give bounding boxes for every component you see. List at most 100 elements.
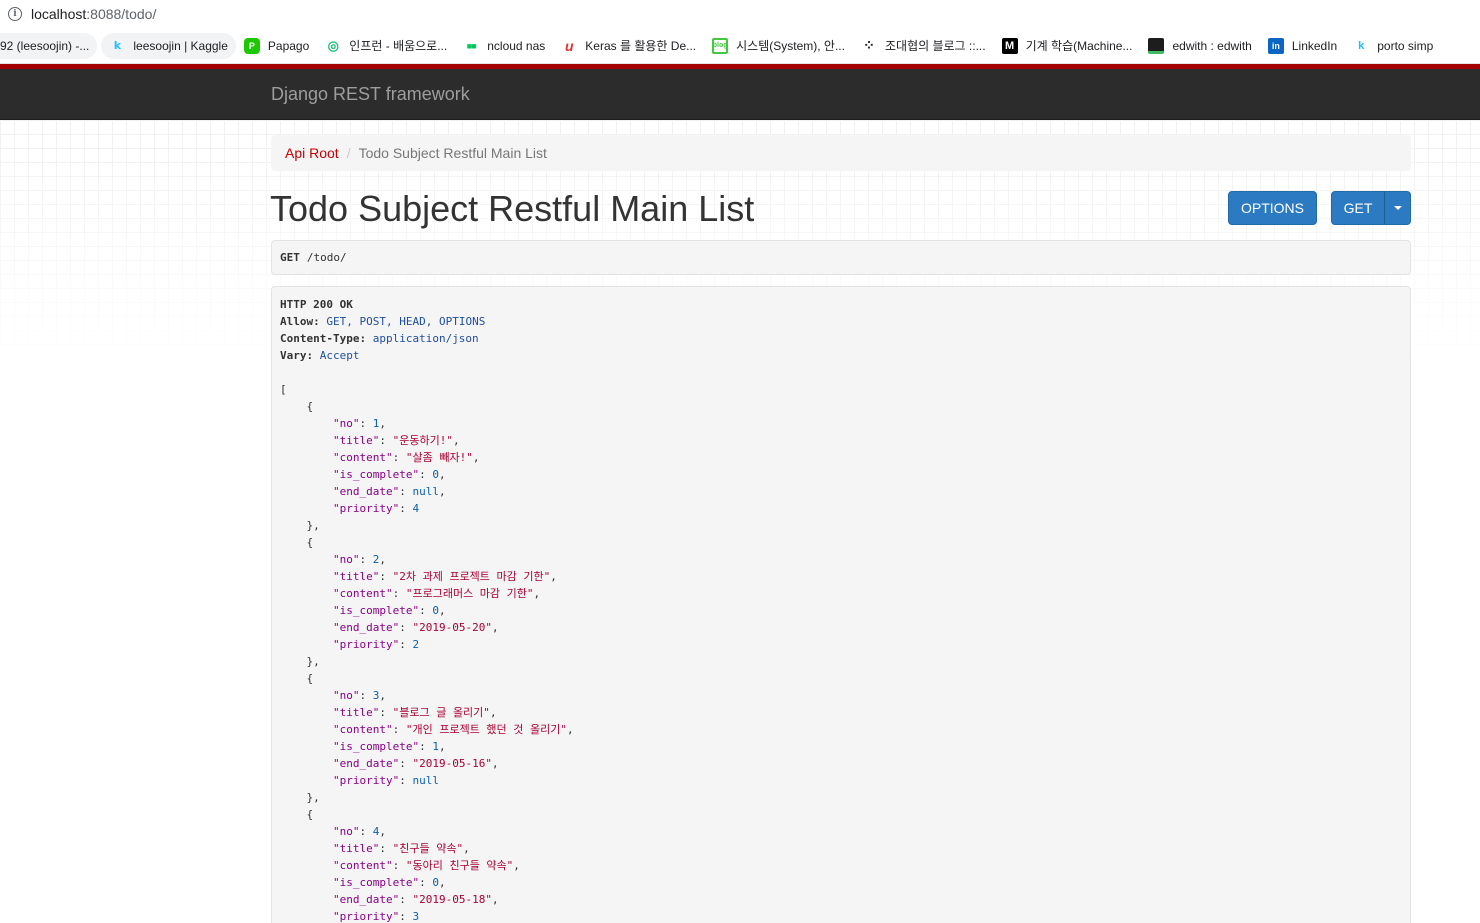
bookmark-item[interactable]: ◎ 인프런 - 배움으로...: [317, 33, 455, 59]
bookmark-label: edwith : edwith: [1172, 38, 1252, 53]
medium-icon: M: [1001, 37, 1018, 54]
json-object-open: {: [280, 808, 314, 821]
bookmark-label: porto simp: [1377, 38, 1434, 53]
json-field: "no": 2,: [332, 553, 386, 566]
request-info: GET /todo/: [271, 240, 1411, 275]
bookmarks-bar: 92 (leesoojin) -... k leesoojin | Kaggle…: [0, 28, 1480, 64]
json-field: "title": "친구들 약속",: [332, 842, 470, 855]
json-open-bracket: [: [280, 383, 287, 396]
json-object-open: {: [280, 672, 314, 685]
bookmark-label: 인프런 - 배움으로...: [349, 39, 448, 53]
bookmark-label: Keras 를 활용한 De...: [585, 39, 697, 53]
request-path: /todo/: [306, 251, 347, 264]
json-content-value: "살좀 빼자!": [405, 451, 473, 464]
json-priority-value: null: [412, 774, 439, 787]
json-field: "priority": 3: [332, 910, 420, 923]
header-key: Allow:: [280, 315, 320, 328]
json-is-complete-value: 1: [432, 740, 439, 753]
json-priority-value: 4: [412, 502, 420, 515]
json-object-close: },: [280, 519, 320, 532]
json-field: "content": "동아리 친구들 약속",: [332, 859, 520, 872]
bookmark-item[interactable]: u Keras 를 활용한 De...: [553, 33, 704, 59]
bookmark-item[interactable]: edwith : edwith: [1140, 33, 1259, 59]
page-title: Todo Subject Restful Main List: [270, 188, 755, 229]
json-field: "end_date": "2019-05-20",: [332, 621, 499, 634]
request-method: GET: [280, 251, 300, 264]
json-field: "title": "블로그 글 올리기",: [332, 706, 497, 719]
bookmark-label: 기계 학습(Machine...: [1025, 39, 1133, 53]
json-field: "no": 4,: [332, 825, 386, 838]
linkedin-icon: in: [1267, 37, 1284, 54]
json-field: "no": 3,: [332, 689, 386, 702]
breadcrumb-api-root-link[interactable]: Api Root: [285, 145, 339, 161]
json-priority-value: 3: [412, 910, 420, 923]
json-object-close: },: [280, 791, 320, 804]
json-field: "title": "2차 과제 프로젝트 마감 기한",: [332, 570, 557, 583]
udemy-icon: u: [565, 37, 574, 54]
info-icon[interactable]: i: [8, 7, 22, 21]
json-field: "is_complete": 0,: [332, 876, 446, 889]
json-title-value: "블로그 글 올리기": [392, 706, 490, 719]
header-key: Content-Type:: [280, 332, 367, 345]
header-key: Vary:: [280, 349, 314, 362]
json-title-value: "친구들 약속": [392, 842, 464, 855]
bookmark-item[interactable]: ⁘ 조대협의 블로그 ::...: [853, 33, 994, 59]
json-title-value: "2차 과제 프로젝트 마감 기한": [392, 570, 551, 583]
json-object-open: {: [280, 400, 314, 413]
kaggle-icon: k: [113, 39, 122, 52]
json-end-date-value: "2019-05-18": [412, 893, 492, 906]
bookmark-label: 조대협의 블로그 ::...: [884, 39, 986, 53]
bookmark-item[interactable]: k porto simp: [1345, 33, 1441, 59]
blog-icon: blog: [712, 37, 729, 54]
response-header: Vary: Accept: [280, 347, 1410, 364]
json-field: "no": 1,: [332, 417, 386, 430]
bookmark-item[interactable]: in LinkedIn: [1260, 33, 1345, 59]
json-field: "title": "운동하기!",: [332, 434, 460, 447]
bookmark-label: ncloud nas: [487, 38, 546, 53]
json-is-complete-value: 0: [432, 604, 439, 617]
json-is-complete-value: 0: [432, 876, 439, 889]
header-value: application/json: [372, 332, 479, 345]
json-title-value: "운동하기!": [392, 434, 453, 447]
bookmark-item[interactable]: 92 (leesoojin) -...: [0, 32, 98, 59]
navbar: Django REST framework: [0, 69, 1480, 120]
json-content-value: "프로그래머스 마감 기한": [405, 587, 534, 600]
bookmark-label: Papago: [267, 38, 310, 53]
inflearn-icon: ◎: [327, 37, 339, 53]
json-priority-value: 2: [412, 638, 420, 651]
header-value: Accept: [319, 349, 360, 362]
response-header: Allow: GET, POST, HEAD, OPTIONS: [280, 313, 1410, 330]
json-end-date-value: null: [412, 485, 439, 498]
json-field: "end_date": "2019-05-18",: [332, 893, 499, 906]
bookmark-label: LinkedIn: [1291, 38, 1338, 53]
json-end-date-value: "2019-05-16": [412, 757, 492, 770]
breadcrumb: Api Root / Todo Subject Restful Main Lis…: [271, 135, 1411, 171]
get-button[interactable]: GET: [1331, 191, 1385, 225]
json-field: "priority": 4: [332, 502, 420, 515]
json-field: "priority": null: [332, 774, 439, 787]
options-button[interactable]: OPTIONS: [1228, 191, 1317, 225]
url-path: :8088/todo/: [86, 6, 157, 22]
response-header: Content-Type: application/json: [280, 330, 1410, 347]
breadcrumb-current: Todo Subject Restful Main List: [358, 145, 547, 161]
json-field: "content": "개인 프로젝트 했던 것 올리기",: [332, 723, 574, 736]
edwith-icon: [1148, 37, 1165, 54]
bookmark-item[interactable]: k leesoojin | Kaggle: [101, 32, 236, 59]
json-content-value: "개인 프로젝트 했던 것 올리기": [405, 723, 568, 736]
bookmark-item[interactable]: blog 시스템(System), 안...: [704, 33, 853, 59]
get-format-dropdown-button[interactable]: [1384, 191, 1411, 225]
json-field: "is_complete": 0,: [332, 468, 446, 481]
json-field: "content": "살좀 빼자!",: [332, 451, 480, 464]
kaggle-icon: k: [1358, 39, 1365, 52]
json-content-value: "동아리 친구들 약속": [405, 859, 514, 872]
bookmark-item[interactable]: ■■ ncloud nas: [455, 33, 553, 59]
url-host: localhost: [31, 6, 87, 22]
response-status: HTTP 200 OK: [280, 298, 353, 311]
bookmark-item[interactable]: M 기계 학습(Machine...: [994, 33, 1141, 59]
json-field: "content": "프로그래머스 마감 기한",: [332, 587, 541, 600]
header-value: GET, POST, HEAD, OPTIONS: [326, 315, 486, 328]
bookmark-item[interactable]: P Papago: [236, 33, 317, 59]
json-field: "is_complete": 1,: [332, 740, 446, 753]
navbar-brand[interactable]: Django REST framework: [271, 84, 470, 105]
address-bar[interactable]: i localhost:8088/todo/: [0, 0, 1480, 28]
